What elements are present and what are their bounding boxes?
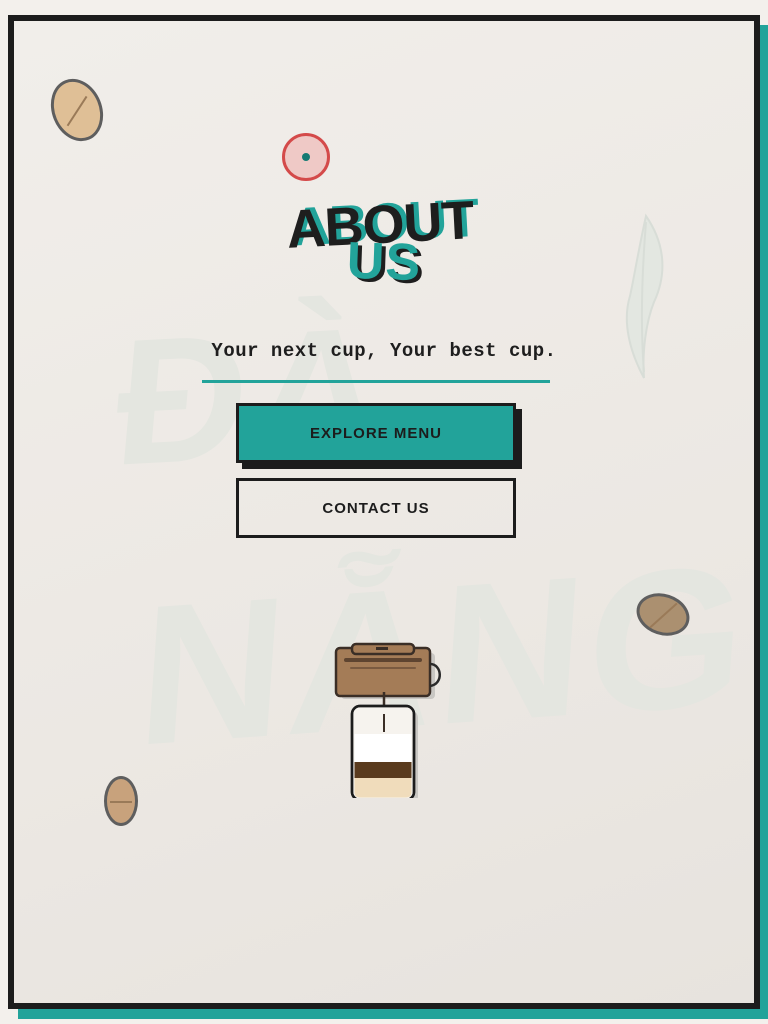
contact-us-button[interactable]: CONTACT US	[236, 478, 516, 538]
tagline-underline	[202, 380, 550, 383]
cursor-indicator-icon	[282, 133, 330, 181]
page: ĐÀ NẴNG ABOUT US Your next cup, Your bes…	[0, 0, 768, 1024]
tagline: Your next cup, Your best cup.	[211, 340, 557, 362]
page-title: ABOUT US	[0, 190, 768, 292]
watermark-da: ĐÀ	[108, 289, 396, 504]
coffee-bean-icon	[104, 776, 138, 826]
explore-menu-button[interactable]: EXPLORE MENU	[236, 403, 516, 463]
coffee-dripper-icon	[334, 642, 441, 798]
